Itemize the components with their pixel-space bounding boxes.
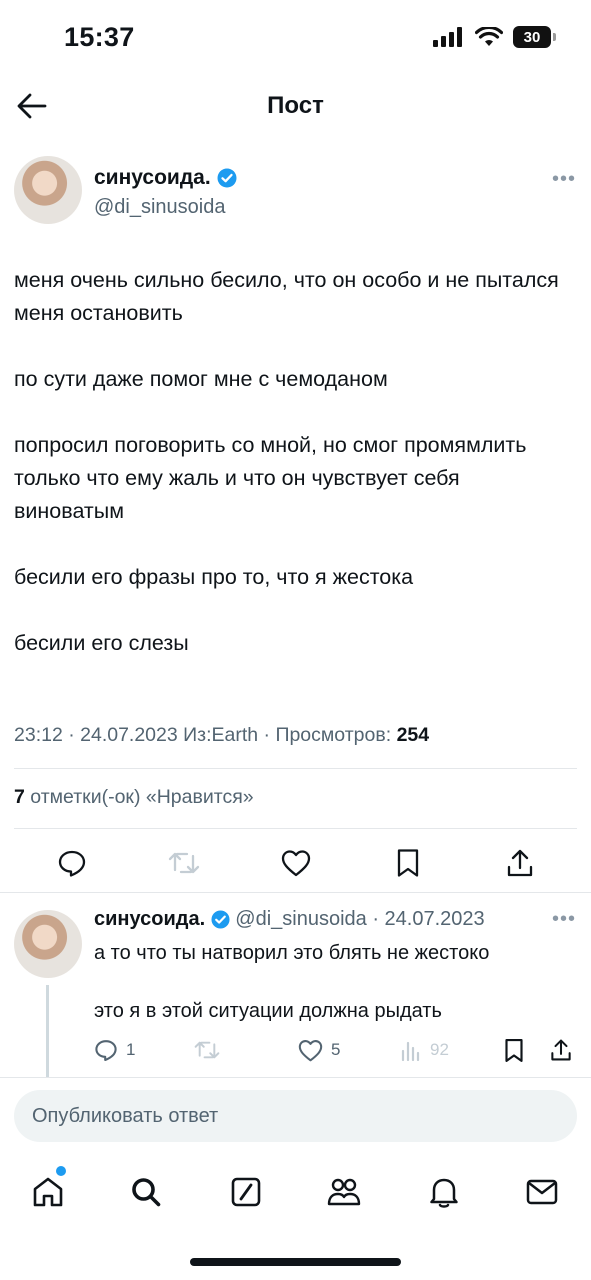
more-options-icon[interactable]: ••• (552, 908, 576, 931)
bookmark-icon (505, 1038, 523, 1062)
author-avatar[interactable] (14, 156, 82, 224)
analytics-icon (401, 1041, 420, 1061)
reply-composer-input[interactable]: Опубликовать ответ (14, 1090, 577, 1142)
home-icon (33, 1177, 63, 1207)
reply-icon (58, 850, 86, 877)
likes-label: отметки(-ок) «Нравится» (30, 786, 254, 808)
repost-button[interactable] (164, 843, 204, 883)
author-name[interactable]: синусоида. (94, 166, 237, 190)
search-icon (132, 1178, 161, 1207)
divider (14, 828, 577, 829)
like-icon (298, 1039, 323, 1061)
thread-line (46, 985, 49, 1078)
tab-notifications[interactable] (422, 1170, 466, 1214)
post-paragraph: бесили его фразы про то, что я жестока (14, 565, 414, 589)
cellular-signal-icon (433, 27, 462, 47)
reply-repost-button[interactable] (194, 1036, 220, 1064)
battery-icon: 30 (513, 26, 556, 48)
home-indicator (190, 1258, 401, 1266)
notifications-icon (430, 1178, 458, 1208)
view-count[interactable]: 254 (397, 724, 430, 746)
share-button[interactable] (500, 843, 540, 883)
post-paragraph: бесили его слезы (14, 631, 189, 655)
reply-author-avatar[interactable] (14, 910, 82, 978)
post-paragraph: по сути даже помог мне с чемоданом (14, 367, 388, 391)
reply-icon (95, 1040, 117, 1062)
status-icons: 30 (433, 26, 556, 48)
share-icon (551, 1039, 571, 1061)
bookmark-button[interactable] (388, 843, 428, 883)
author-handle[interactable]: @di_sinusoida (94, 196, 226, 219)
repost-icon (168, 852, 200, 874)
reply-author-name: синусоида. (94, 908, 206, 930)
reply-handle-date: @di_sinusoida · 24.07.2023 (235, 908, 485, 930)
reply-paragraph: а то что ты натворил это блять не жесток… (94, 942, 490, 964)
repost-icon (194, 1041, 220, 1059)
reply-reply-button[interactable]: 1 (94, 1036, 135, 1064)
share-icon (507, 849, 533, 877)
reply-bookmark-button[interactable] (504, 1036, 524, 1064)
tab-home[interactable] (26, 1170, 70, 1214)
tab-communities[interactable] (322, 1170, 366, 1214)
verified-badge-icon (211, 910, 230, 929)
tab-compose[interactable] (224, 1170, 268, 1214)
reply-share-button[interactable] (550, 1036, 572, 1064)
post-paragraph: попросил поговорить со мной, но смог про… (14, 433, 527, 523)
reply-button[interactable] (52, 843, 92, 883)
author-name-text: синусоида. (94, 166, 211, 189)
messages-icon (526, 1179, 558, 1205)
more-options-icon[interactable]: ••• (552, 168, 576, 191)
wifi-icon (475, 27, 503, 46)
post-meta: 23:12 · 24.07.2023 Из:Earth · Просмотров… (14, 724, 429, 747)
unread-indicator (56, 1166, 66, 1176)
view-count: 92 (430, 1040, 449, 1059)
post-text: меня очень сильно бесило, что он особо и… (14, 264, 574, 660)
reply-text: а то что ты натворил это блять не жесток… (94, 940, 574, 1024)
divider (14, 768, 577, 769)
tab-search[interactable] (124, 1170, 168, 1214)
divider (0, 1077, 591, 1078)
like-button[interactable] (276, 843, 316, 883)
reply-header[interactable]: синусоида. @di_sinusoida · 24.07.2023 (94, 908, 485, 931)
status-time: 15:37 (64, 22, 135, 52)
verified-badge-icon (217, 168, 237, 188)
communities-icon (327, 1178, 361, 1206)
reply-count: 1 (126, 1040, 136, 1059)
like-count: 5 (331, 1040, 341, 1059)
reply-paragraph: это я в этой ситуации должна рыдать (94, 1000, 442, 1022)
bookmark-icon (397, 849, 419, 877)
divider (0, 892, 591, 893)
likes-count: 7 (14, 786, 25, 808)
reply-composer-placeholder: Опубликовать ответ (32, 1104, 219, 1127)
reply-views-button[interactable]: 92 (400, 1036, 449, 1064)
post-timestamp: 23:12 · 24.07.2023 Из:Earth · Просмотров… (14, 724, 392, 746)
post-paragraph: меня очень сильно бесило, что он особо и… (14, 268, 559, 325)
tab-messages[interactable] (520, 1170, 564, 1214)
like-icon (281, 850, 311, 877)
likes-summary[interactable]: 7 отметки(-ок) «Нравится» (14, 786, 254, 809)
battery-level: 30 (523, 28, 541, 46)
compose-icon (231, 1177, 261, 1207)
page-title: Пост (267, 92, 324, 119)
reply-like-button[interactable]: 5 (298, 1036, 340, 1064)
